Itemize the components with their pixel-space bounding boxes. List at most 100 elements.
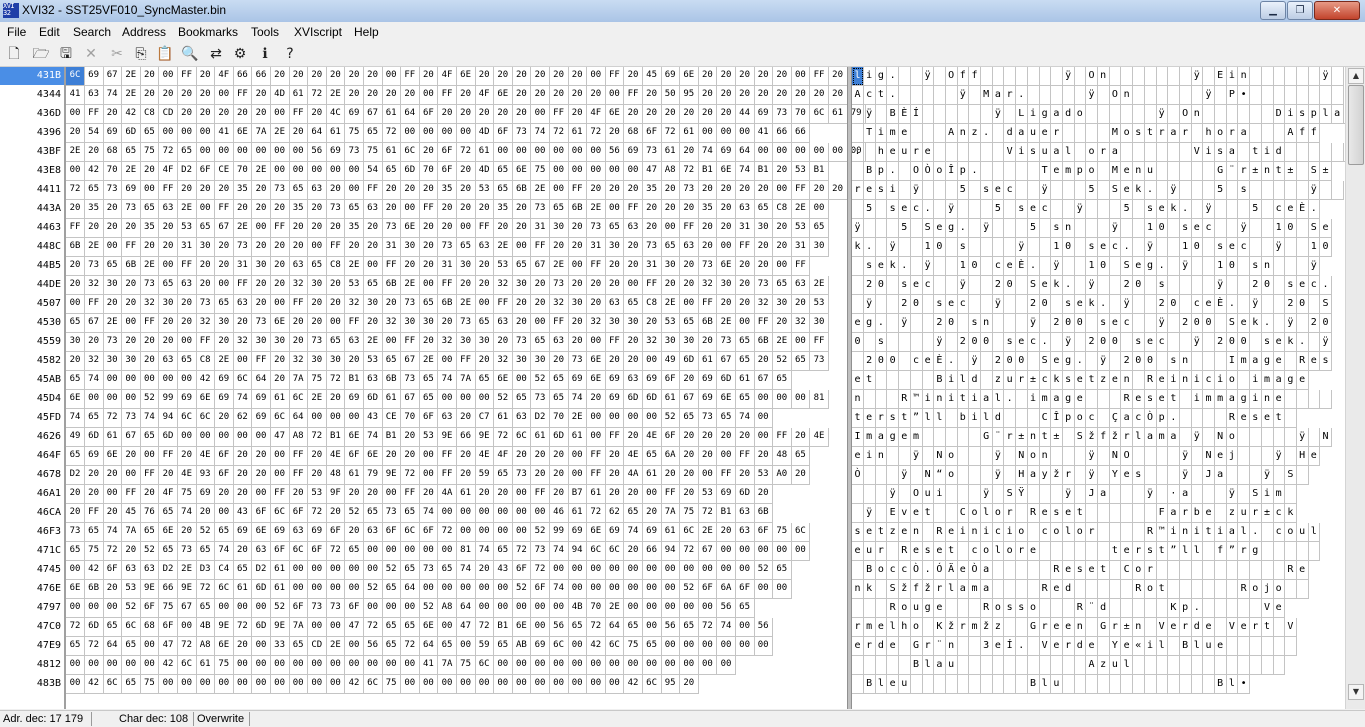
text-char-cell[interactable]: . xyxy=(887,86,900,105)
hex-byte-cell[interactable]: 20 xyxy=(698,181,718,200)
hex-byte-cell[interactable]: 6B xyxy=(84,580,104,599)
text-char-cell[interactable]: G xyxy=(1027,618,1040,637)
hex-byte-cell[interactable]: 64 xyxy=(419,637,439,656)
hex-byte-cell[interactable]: 20 xyxy=(233,314,253,333)
hex-byte-cell[interactable]: 20 xyxy=(531,276,550,295)
text-char-cell[interactable]: i xyxy=(957,523,970,542)
hex-byte-cell[interactable]: 52 xyxy=(419,599,439,618)
scroll-thumb[interactable] xyxy=(1348,85,1364,165)
text-char-cell[interactable] xyxy=(1284,428,1297,447)
text-char-cell[interactable] xyxy=(957,200,970,219)
hex-byte-cell[interactable]: FF xyxy=(400,67,420,86)
text-char-cell[interactable]: s xyxy=(1004,599,1017,618)
text-char-cell[interactable] xyxy=(969,637,981,656)
text-char-cell[interactable] xyxy=(1004,238,1017,257)
text-char-cell[interactable]: h xyxy=(898,618,911,637)
hex-byte-cell[interactable]: 2E xyxy=(326,637,346,656)
text-char-cell[interactable]: s xyxy=(1144,542,1157,561)
hex-byte-cell[interactable]: 20 xyxy=(103,580,123,599)
hex-byte-cell[interactable]: CE xyxy=(214,162,234,181)
hex-byte-cell[interactable]: FF xyxy=(270,485,290,504)
text-char-cell[interactable] xyxy=(1156,143,1169,162)
hex-byte-cell[interactable]: 75 xyxy=(177,485,197,504)
hex-byte-cell[interactable]: 00 xyxy=(456,390,476,409)
hex-byte-cell[interactable]: 00 xyxy=(568,162,588,181)
text-char-cell[interactable]: n xyxy=(957,124,970,143)
hex-byte-cell[interactable]: 75 xyxy=(84,542,104,561)
hex-byte-cell[interactable]: 00 xyxy=(307,409,327,428)
hex-byte-cell[interactable]: 61 xyxy=(196,656,216,675)
hex-byte-cell[interactable]: 69 xyxy=(214,371,234,390)
hex-byte-cell[interactable]: 00 xyxy=(419,124,439,143)
text-char-cell[interactable]: e xyxy=(1284,200,1297,219)
text-char-cell[interactable] xyxy=(1261,428,1274,447)
text-char-cell[interactable] xyxy=(1284,181,1297,200)
hex-byte-cell[interactable]: 31 xyxy=(233,257,253,276)
text-char-cell[interactable]: n xyxy=(1179,371,1192,390)
text-char-cell[interactable] xyxy=(1027,352,1040,371)
hex-byte-cell[interactable]: 00 xyxy=(66,105,85,124)
hex-byte-cell[interactable]: 20 xyxy=(326,295,346,314)
hex-byte-cell[interactable]: 20 xyxy=(717,523,736,542)
hex-byte-cell[interactable]: 6C xyxy=(791,523,811,542)
text-char-cell[interactable]: i xyxy=(1214,523,1227,542)
hex-byte-cell[interactable]: 20 xyxy=(772,67,792,86)
text-char-cell[interactable]: e xyxy=(898,200,911,219)
text-char-cell[interactable]: l xyxy=(1308,523,1321,542)
text-char-cell[interactable] xyxy=(1249,333,1262,352)
text-char-cell[interactable]: a xyxy=(1273,371,1286,390)
hex-byte-cell[interactable]: 44 xyxy=(735,105,755,124)
text-char-cell[interactable]: ± xyxy=(1121,618,1134,637)
text-char-cell[interactable]: s xyxy=(1261,333,1274,352)
text-char-cell[interactable]: o xyxy=(945,447,958,466)
text-char-cell[interactable] xyxy=(1156,561,1169,580)
hex-byte-cell[interactable]: 00 xyxy=(363,656,383,675)
text-char-cell[interactable]: u xyxy=(1203,637,1215,656)
hex-byte-cell[interactable]: 20 xyxy=(456,409,476,428)
hex-byte-cell[interactable]: 95 xyxy=(661,675,681,694)
hex-byte-cell[interactable]: 61 xyxy=(345,466,364,485)
hex-byte-cell[interactable]: 65 xyxy=(363,276,383,295)
hex-byte-cell[interactable]: 6D xyxy=(252,580,271,599)
text-char-cell[interactable] xyxy=(1238,447,1251,466)
hex-byte-cell[interactable]: FF xyxy=(214,200,234,219)
hex-byte-cell[interactable]: 6D xyxy=(735,485,755,504)
text-char-cell[interactable] xyxy=(1331,67,1344,86)
text-char-cell[interactable] xyxy=(1226,656,1239,675)
text-char-cell[interactable]: o xyxy=(992,599,1005,618)
hex-byte-cell[interactable]: FF xyxy=(493,295,513,314)
text-char-cell[interactable] xyxy=(1062,86,1075,105)
hex-byte-cell[interactable]: 56 xyxy=(605,143,625,162)
hex-byte-cell[interactable]: 65 xyxy=(772,561,792,580)
hex-byte-cell[interactable]: 53 xyxy=(810,295,829,314)
hex-byte-cell[interactable]: 00 xyxy=(531,143,550,162)
text-char-cell[interactable] xyxy=(1284,580,1297,599)
hex-byte-cell[interactable]: 20 xyxy=(438,314,457,333)
hex-byte-cell[interactable]: 00 xyxy=(66,162,85,181)
hex-byte-cell[interactable]: 30 xyxy=(772,295,792,314)
hex-byte-cell[interactable]: 52 xyxy=(512,580,532,599)
hex-byte-cell[interactable]: 00 xyxy=(493,599,513,618)
hex-byte-cell[interactable]: 6D xyxy=(679,352,699,371)
hex-byte-cell[interactable]: 00 xyxy=(642,618,662,637)
hex-byte-cell[interactable]: 20 xyxy=(754,447,774,466)
text-char-cell[interactable] xyxy=(1203,409,1215,428)
text-char-cell[interactable]: s xyxy=(1050,219,1063,238)
hex-byte-cell[interactable]: 00 xyxy=(549,561,569,580)
hex-byte-cell[interactable]: 61 xyxy=(661,523,681,542)
text-char-cell[interactable] xyxy=(1132,675,1145,694)
hex-byte-cell[interactable]: 00 xyxy=(103,238,123,257)
hex-byte-cell[interactable]: 32 xyxy=(140,295,160,314)
text-char-cell[interactable] xyxy=(910,675,923,694)
hex-byte-cell[interactable]: 2E xyxy=(717,314,736,333)
text-char-cell[interactable] xyxy=(1121,67,1134,86)
hex-byte-cell[interactable]: 00 xyxy=(642,599,662,618)
hex-byte-cell[interactable]: 20 xyxy=(456,105,476,124)
text-char-cell[interactable]: ÿ xyxy=(1074,200,1087,219)
text-char-cell[interactable]: 0 xyxy=(1226,257,1239,276)
hex-byte-cell[interactable]: FF xyxy=(456,352,476,371)
hex-byte-cell[interactable]: 00 xyxy=(345,409,364,428)
hex-byte-cell[interactable]: 20 xyxy=(400,86,420,105)
hex-byte-cell[interactable]: 6E xyxy=(252,523,271,542)
text-char-cell[interactable] xyxy=(1039,314,1052,333)
